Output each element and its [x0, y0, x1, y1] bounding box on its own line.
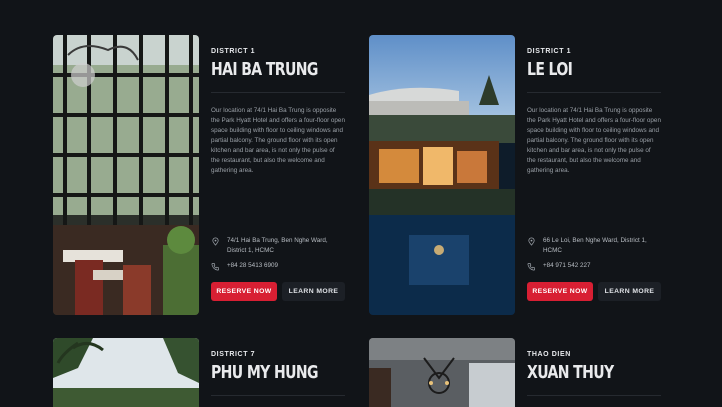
location-photo[interactable]: [53, 338, 199, 407]
location-name: LE LOI: [527, 59, 573, 80]
phone-text[interactable]: +84 28 5413 6909: [227, 261, 345, 271]
divider: [527, 92, 661, 93]
reserve-now-button[interactable]: RESERVE NOW: [527, 282, 593, 301]
location-photo[interactable]: [369, 35, 515, 315]
learn-more-button[interactable]: LEARN MORE: [282, 282, 345, 301]
location-card-xuan-thuy: THAO DIEN XUAN THUY: [369, 338, 661, 407]
divider: [211, 395, 345, 396]
phone-icon: [527, 262, 536, 271]
divider: [527, 395, 661, 396]
learn-more-button[interactable]: LEARN MORE: [598, 282, 661, 301]
location-name: XUAN THUY: [527, 362, 614, 383]
location-card-le-loi: DISTRICT 1 LE LOI Our location at 74/1 H…: [369, 35, 661, 315]
location-photo[interactable]: [53, 35, 199, 315]
district-label: DISTRICT 1: [527, 48, 572, 55]
location-info: DISTRICT 7 PHU MY HUNG: [211, 338, 345, 407]
location-info: THAO DIEN XUAN THUY: [527, 338, 661, 407]
location-info: DISTRICT 1 HAI BA TRUNG Our location at …: [211, 35, 345, 315]
divider: [211, 92, 345, 93]
district-label: DISTRICT 1: [211, 48, 256, 55]
phone-text[interactable]: +84 971 542 227: [543, 261, 661, 271]
location-description: Our location at 74/1 Hai Ba Trung is opp…: [527, 107, 661, 174]
address-text: 66 Le Loi, Ben Nghe Ward, District 1, HC…: [543, 237, 647, 254]
address-text: 74/1 Hai Ba Trung, Ben Nghe Ward, Distri…: [227, 237, 328, 254]
phone-icon: [211, 262, 220, 271]
map-pin-icon: [528, 237, 535, 246]
location-description: Our location at 74/1 Hai Ba Trung is opp…: [211, 107, 345, 174]
map-pin-icon: [212, 237, 219, 246]
location-photo[interactable]: [369, 338, 515, 407]
location-name: HAI BA TRUNG: [211, 59, 318, 80]
reserve-now-button[interactable]: RESERVE NOW: [211, 282, 277, 301]
district-label: THAO DIEN: [527, 351, 571, 358]
location-card-phu-my-hung: DISTRICT 7 PHU MY HUNG: [53, 338, 345, 407]
location-card-hai-ba-trung: DISTRICT 1 HAI BA TRUNG Our location at …: [53, 35, 345, 315]
location-name: PHU MY HUNG: [211, 362, 319, 383]
location-info: DISTRICT 1 LE LOI Our location at 74/1 H…: [527, 35, 661, 315]
district-label: DISTRICT 7: [211, 351, 256, 358]
